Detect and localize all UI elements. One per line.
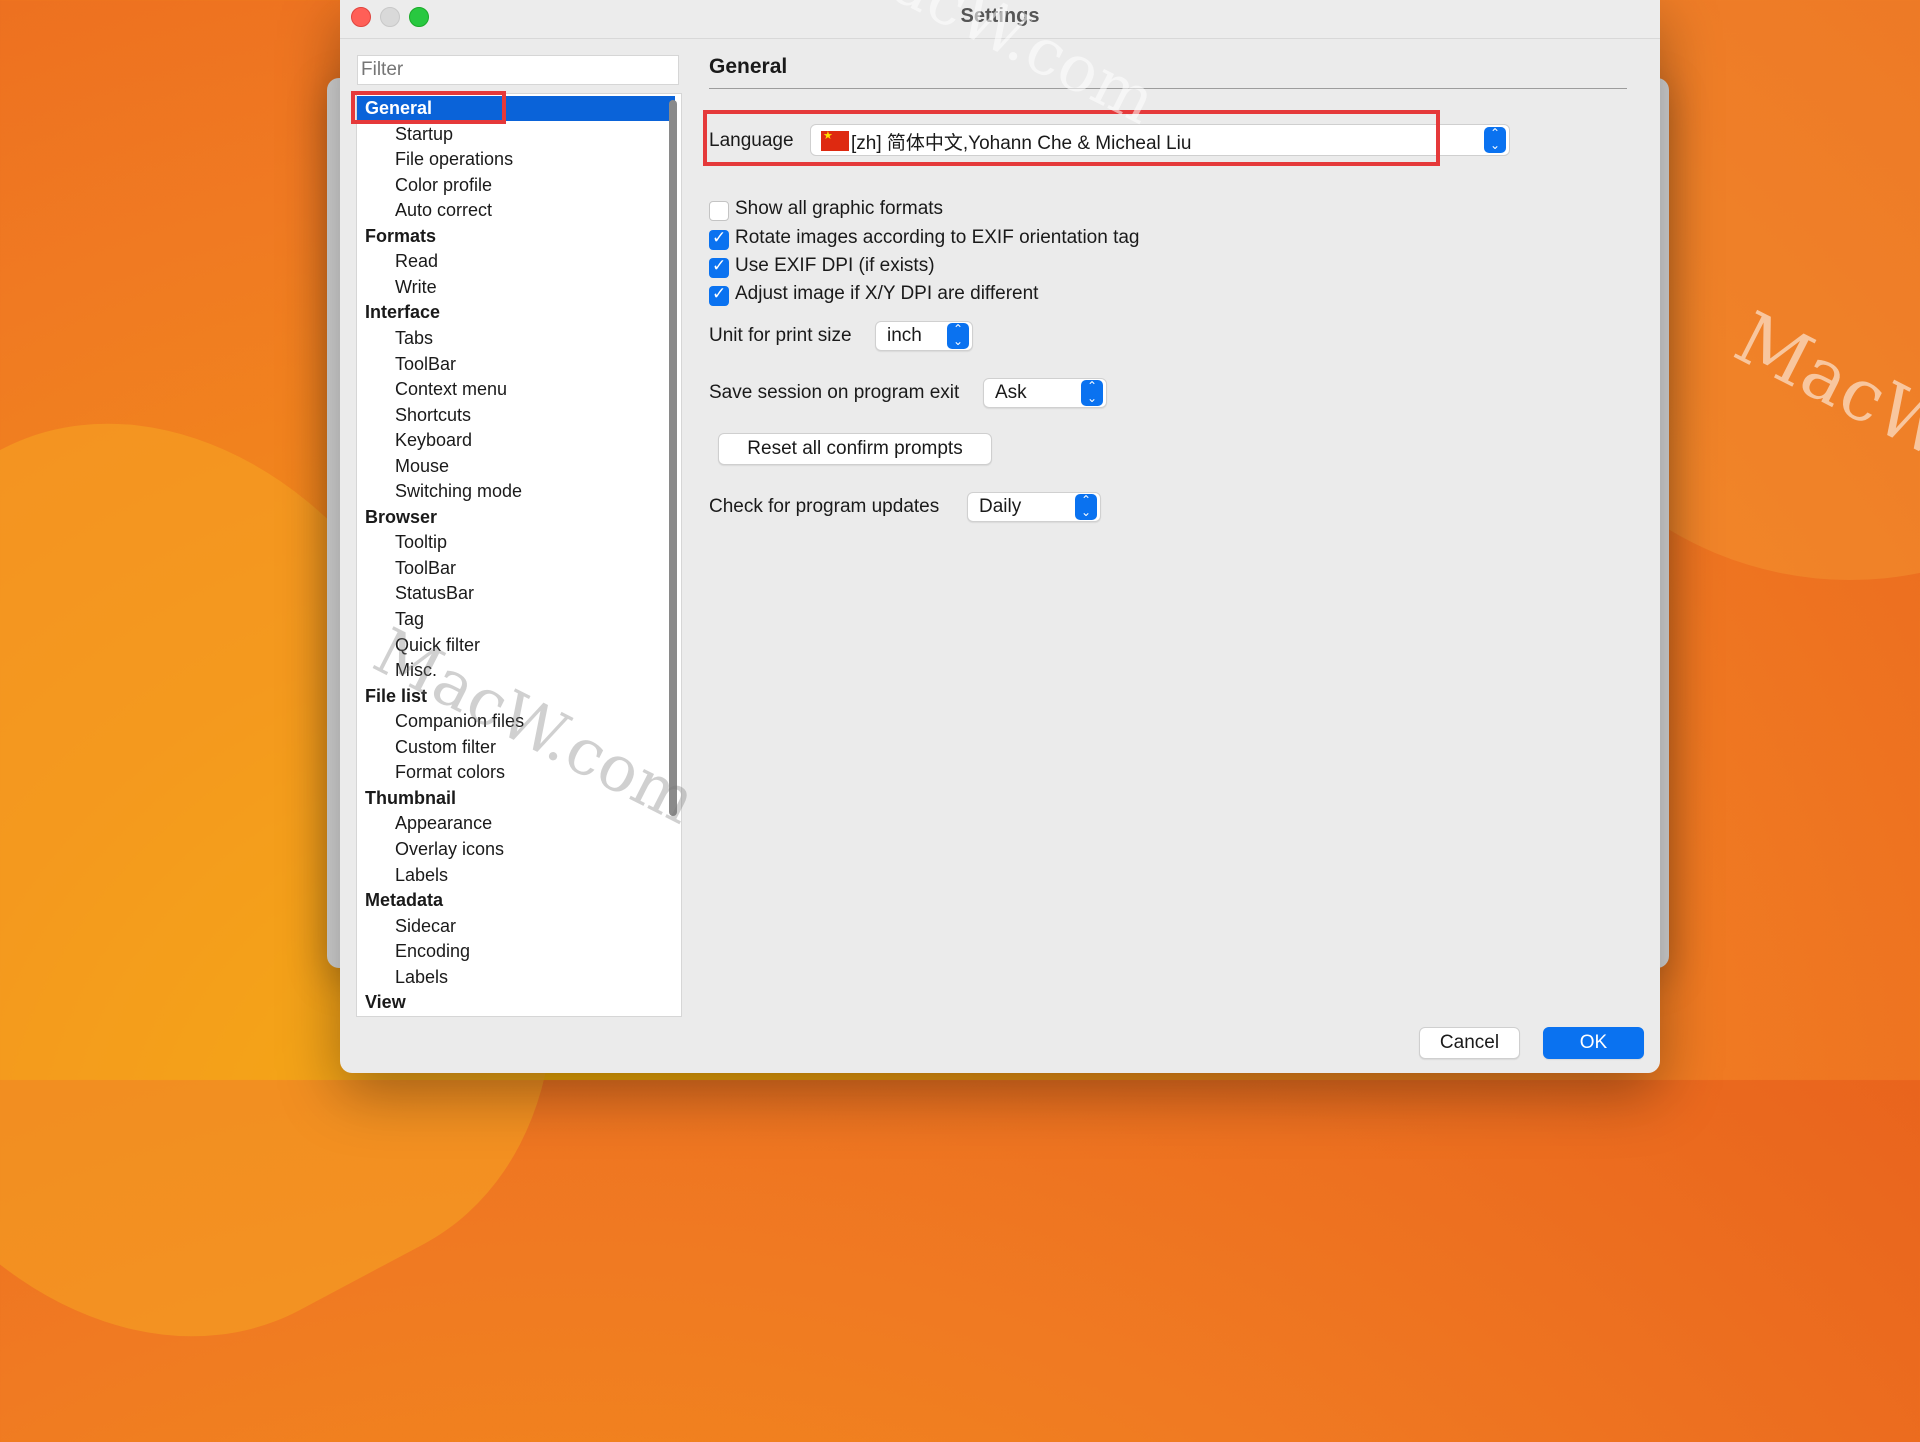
checkbox-label: Show all graphic formats: [735, 198, 944, 219]
checkbox[interactable]: [709, 201, 729, 221]
save-session-stepper-icon: ⌃ ⌄: [1081, 380, 1103, 406]
checkbox[interactable]: [709, 284, 729, 306]
tree-subitem[interactable]: Mouse: [395, 454, 449, 479]
tree-subitem[interactable]: Shortcuts: [395, 403, 471, 428]
ok-button[interactable]: OK: [1543, 1027, 1644, 1059]
print-unit-value: inch: [887, 325, 922, 346]
tree-subitem[interactable]: Write: [395, 275, 437, 300]
section-title: General: [709, 55, 788, 78]
tree-subitem[interactable]: Context menu: [395, 377, 507, 402]
tree-subitem[interactable]: Tooltip: [395, 530, 447, 555]
reset-confirm-prompts-button[interactable]: Reset all confirm prompts: [718, 433, 992, 465]
tree-scrollbar[interactable]: [669, 100, 677, 816]
tree-subitem[interactable]: File operations: [395, 147, 513, 172]
tree-subitem[interactable]: ToolBar: [395, 352, 456, 377]
tree-subitem[interactable]: StatusBar: [395, 581, 474, 606]
highlight-box-general: [351, 91, 506, 124]
save-session-label: Save session on program exit: [709, 382, 960, 403]
tree-subitem[interactable]: Overlay icons: [395, 837, 504, 862]
updates-stepper-icon: ⌃ ⌄: [1075, 494, 1097, 520]
tree-category[interactable]: Formats: [365, 224, 436, 249]
tree-category[interactable]: Browser: [365, 505, 437, 530]
tree-category[interactable]: View: [365, 990, 406, 1015]
tree-subitem[interactable]: Sidecar: [395, 914, 456, 939]
checkbox-label: Rotate images according to EXIF orientat…: [735, 227, 1140, 248]
tree-subitem[interactable]: Format colors: [395, 760, 505, 785]
checkbox-label: Adjust image if X/Y DPI are different: [735, 283, 1039, 304]
cancel-button[interactable]: Cancel: [1419, 1027, 1520, 1059]
tree-subitem[interactable]: Startup: [395, 122, 453, 147]
settings-category-tree: General Startup File operations Color profi…: [356, 93, 682, 1017]
tree-category[interactable]: Thumbnail: [365, 786, 456, 811]
checkbox[interactable]: [709, 256, 729, 278]
tree-subitem[interactable]: Color profile: [395, 173, 492, 198]
tree-subitem[interactable]: Tabs: [395, 326, 433, 351]
tree-subitem[interactable]: ToolBar: [395, 556, 456, 581]
updates-value: Daily: [979, 496, 1022, 517]
tree-subitem[interactable]: Appearance: [395, 811, 492, 836]
updates-select[interactable]: Daily ⌃ ⌄: [967, 492, 1101, 522]
tree-category[interactable]: Interface: [365, 300, 440, 325]
print-unit-stepper-icon: ⌃ ⌄: [947, 323, 969, 349]
tree-subitem[interactable]: Switching mode: [395, 479, 522, 504]
updates-label: Check for program updates: [709, 496, 940, 517]
language-stepper-icon: ⌃ ⌄: [1484, 127, 1506, 153]
tree-subitem[interactable]: Keyboard: [395, 428, 472, 453]
tree-subitem[interactable]: Read: [395, 249, 438, 274]
print-unit-select[interactable]: inch ⌃ ⌄: [875, 321, 973, 351]
tree-subitem[interactable]: Labels: [395, 965, 448, 990]
save-session-value: Ask: [995, 382, 1027, 403]
checkbox-label: Use EXIF DPI (if exists): [735, 255, 935, 276]
print-unit-label: Unit for print size: [709, 325, 852, 346]
tree-subitem[interactable]: Auto correct: [395, 198, 492, 223]
settings-window: Settings GeneralStartupFile operationsCo…: [340, 0, 1660, 1073]
tree-subitem[interactable]: Labels: [395, 863, 448, 888]
section-divider: [709, 88, 1627, 89]
checkbox[interactable]: [709, 228, 729, 250]
tree-subitem[interactable]: Encoding: [395, 939, 470, 964]
highlight-box-language: [703, 110, 1440, 166]
filter-input[interactable]: [357, 55, 679, 85]
tree-category[interactable]: Metadata: [365, 888, 443, 913]
save-session-select[interactable]: Ask ⌃ ⌄: [983, 378, 1107, 408]
